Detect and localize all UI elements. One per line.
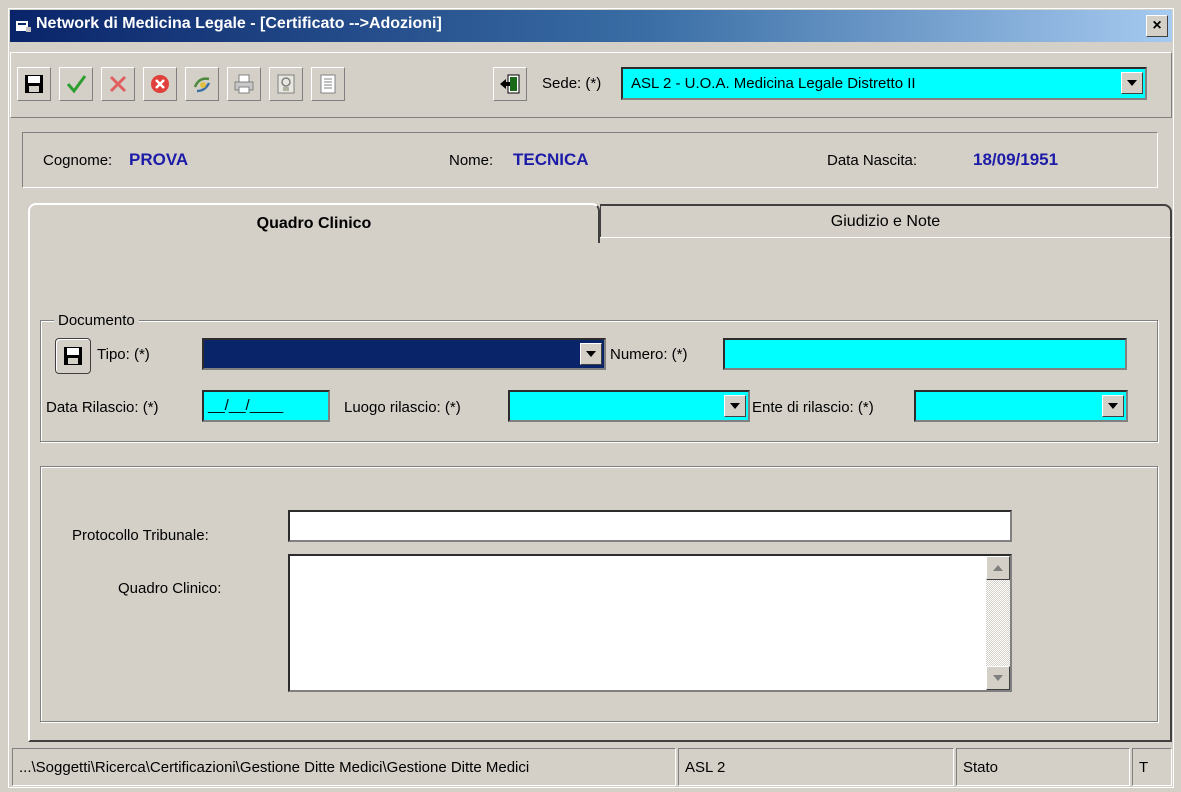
nome-label: Nome:: [449, 152, 494, 169]
close-button[interactable]: ×: [1146, 15, 1168, 37]
sede-dropdown-button[interactable]: [1121, 72, 1143, 94]
exit-button[interactable]: [493, 67, 527, 101]
close-icon: ×: [1152, 17, 1162, 34]
confirm-button[interactable]: [59, 67, 93, 101]
certificate-button[interactable]: [269, 67, 303, 101]
scroll-up-button[interactable]: [986, 556, 1010, 580]
print-icon: [234, 74, 254, 94]
document-button[interactable]: [311, 67, 345, 101]
luogo-rilascio-label: Luogo rilascio: (*): [344, 399, 461, 416]
luogo-dropdown-button[interactable]: [724, 395, 746, 417]
documento-save-button[interactable]: [55, 338, 91, 374]
status-asl: ASL 2: [678, 748, 954, 786]
chevron-down-icon: [730, 403, 740, 409]
tipo-label: Tipo: (*): [97, 346, 150, 363]
quadro-clinico-scrollbar[interactable]: [986, 556, 1010, 690]
numero-label: Numero: (*): [610, 346, 688, 363]
sede-label: Sede: (*): [542, 75, 602, 92]
scroll-down-button[interactable]: [986, 666, 1010, 690]
window-title: Network di Medicina Legale - [Certificat…: [36, 15, 442, 32]
exit-icon: [500, 74, 520, 94]
toolbar: Sede: (*) ASL 2 - U.O.A. Medicina Legale…: [10, 52, 1172, 118]
cognome-label: Cognome:: [43, 152, 113, 169]
print-button[interactable]: [227, 67, 261, 101]
delete-circle-icon: [151, 75, 169, 93]
document-icon: [320, 74, 336, 94]
data-nascita-value: 18/09/1951: [973, 150, 1059, 169]
data-rilascio-value: __/__/____: [208, 397, 284, 414]
status-mode: T: [1132, 748, 1172, 786]
save-icon: [64, 347, 82, 365]
data-rilascio-label: Data Rilascio: (*): [46, 399, 159, 416]
quadro-clinico-textarea[interactable]: [288, 554, 1012, 692]
ente-rilascio-select[interactable]: [914, 390, 1128, 422]
tipo-select[interactable]: [202, 338, 606, 370]
ente-dropdown-button[interactable]: [1102, 395, 1124, 417]
tab-label: Giudizio e Note: [830, 213, 941, 230]
sede-value: ASL 2 - U.O.A. Medicina Legale Distretto…: [631, 75, 916, 92]
cancel-x-icon: [109, 75, 127, 93]
protocollo-tribunale-label: Protocollo Tribunale:: [72, 527, 209, 544]
save-button[interactable]: [17, 67, 51, 101]
delete-button[interactable]: [143, 67, 177, 101]
cognome-value: PROVA: [129, 150, 189, 169]
tab-quadro-clinico[interactable]: Quadro Clinico: [28, 203, 600, 243]
save-icon: [25, 75, 43, 93]
data-nascita-label: Data Nascita:: [827, 152, 918, 169]
app-icon: [16, 19, 32, 33]
chevron-down-icon: [586, 351, 596, 357]
refresh-icon: [193, 77, 211, 93]
scroll-up-icon: [993, 565, 1003, 571]
refresh-button[interactable]: [185, 67, 219, 101]
title-bar[interactable]: Network di Medicina Legale - [Certificat…: [10, 10, 1172, 42]
tab-label: Quadro Clinico: [256, 215, 372, 232]
scroll-down-icon: [993, 675, 1003, 681]
quadro-clinico-label: Quadro Clinico:: [118, 580, 222, 597]
documento-legend: Documento: [54, 312, 139, 329]
cancel-button[interactable]: [101, 67, 135, 101]
tab-giudizio-e-note[interactable]: Giudizio e Note: [600, 204, 1172, 237]
status-stato: Stato: [956, 748, 1130, 786]
protocollo-tribunale-input[interactable]: [288, 510, 1012, 542]
numero-input[interactable]: [723, 338, 1127, 370]
sede-select[interactable]: ASL 2 - U.O.A. Medicina Legale Distretto…: [621, 67, 1147, 100]
ente-rilascio-label: Ente di rilascio: (*): [752, 399, 874, 416]
status-path: ...\Soggetti\Ricerca\Certificazioni\Gest…: [12, 748, 676, 786]
luogo-rilascio-select[interactable]: [508, 390, 750, 422]
chevron-down-icon: [1127, 80, 1137, 86]
check-icon: [66, 75, 87, 94]
chevron-down-icon: [1108, 403, 1118, 409]
tipo-dropdown-button[interactable]: [580, 343, 602, 365]
certificate-icon: [277, 74, 295, 94]
data-rilascio-input[interactable]: __/__/____: [202, 390, 330, 422]
nome-value: TECNICA: [513, 150, 589, 169]
patient-info-panel: Cognome: PROVA Nome: TECNICA Data Nascit…: [22, 132, 1158, 188]
